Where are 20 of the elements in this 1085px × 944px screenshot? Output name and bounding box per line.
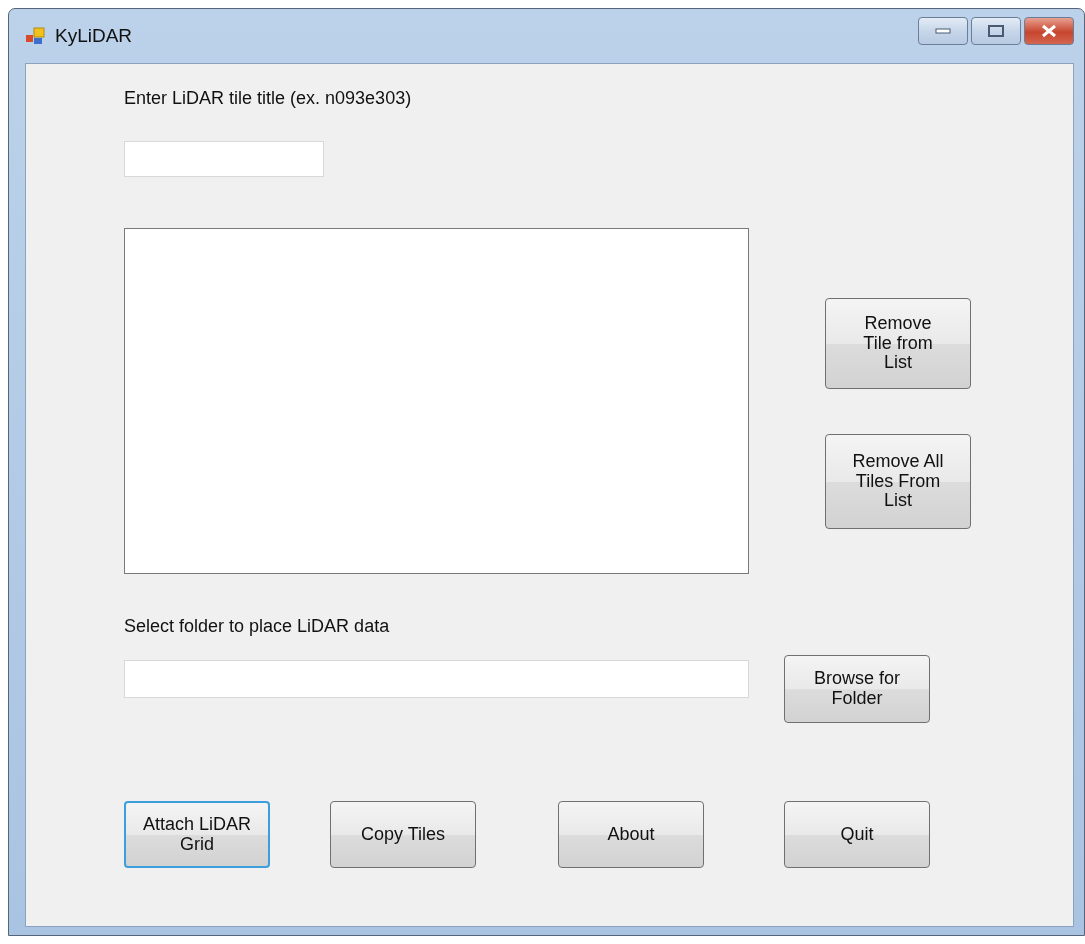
- minimize-icon: [935, 28, 951, 34]
- window-title: KyLiDAR: [55, 25, 133, 47]
- tile-title-label: Enter LiDAR tile title (ex. n093e303): [124, 88, 412, 109]
- maximize-icon: [988, 25, 1004, 37]
- remove-button[interactable]: Remove All Tiles From List: [825, 434, 971, 529]
- action-button[interactable]: Quit: [784, 801, 930, 868]
- action-button[interactable]: Copy Tiles: [330, 801, 476, 868]
- maximize-button[interactable]: [971, 17, 1021, 45]
- tile-title-field[interactable]: [124, 141, 324, 177]
- minimize-button[interactable]: [918, 17, 968, 45]
- close-button[interactable]: [1024, 17, 1074, 45]
- close-icon: [1041, 24, 1057, 38]
- action-button[interactable]: About: [558, 801, 704, 868]
- folder-label: Select folder to place LiDAR data: [124, 616, 390, 637]
- browse-button[interactable]: Browse for Folder: [784, 655, 930, 723]
- remove-button[interactable]: Remove Tile from List: [825, 298, 971, 389]
- app-icon: [25, 26, 47, 46]
- folder-path-field[interactable]: [124, 660, 749, 698]
- tile-list[interactable]: [124, 228, 749, 574]
- action-button[interactable]: Attach LiDAR Grid: [124, 801, 270, 868]
